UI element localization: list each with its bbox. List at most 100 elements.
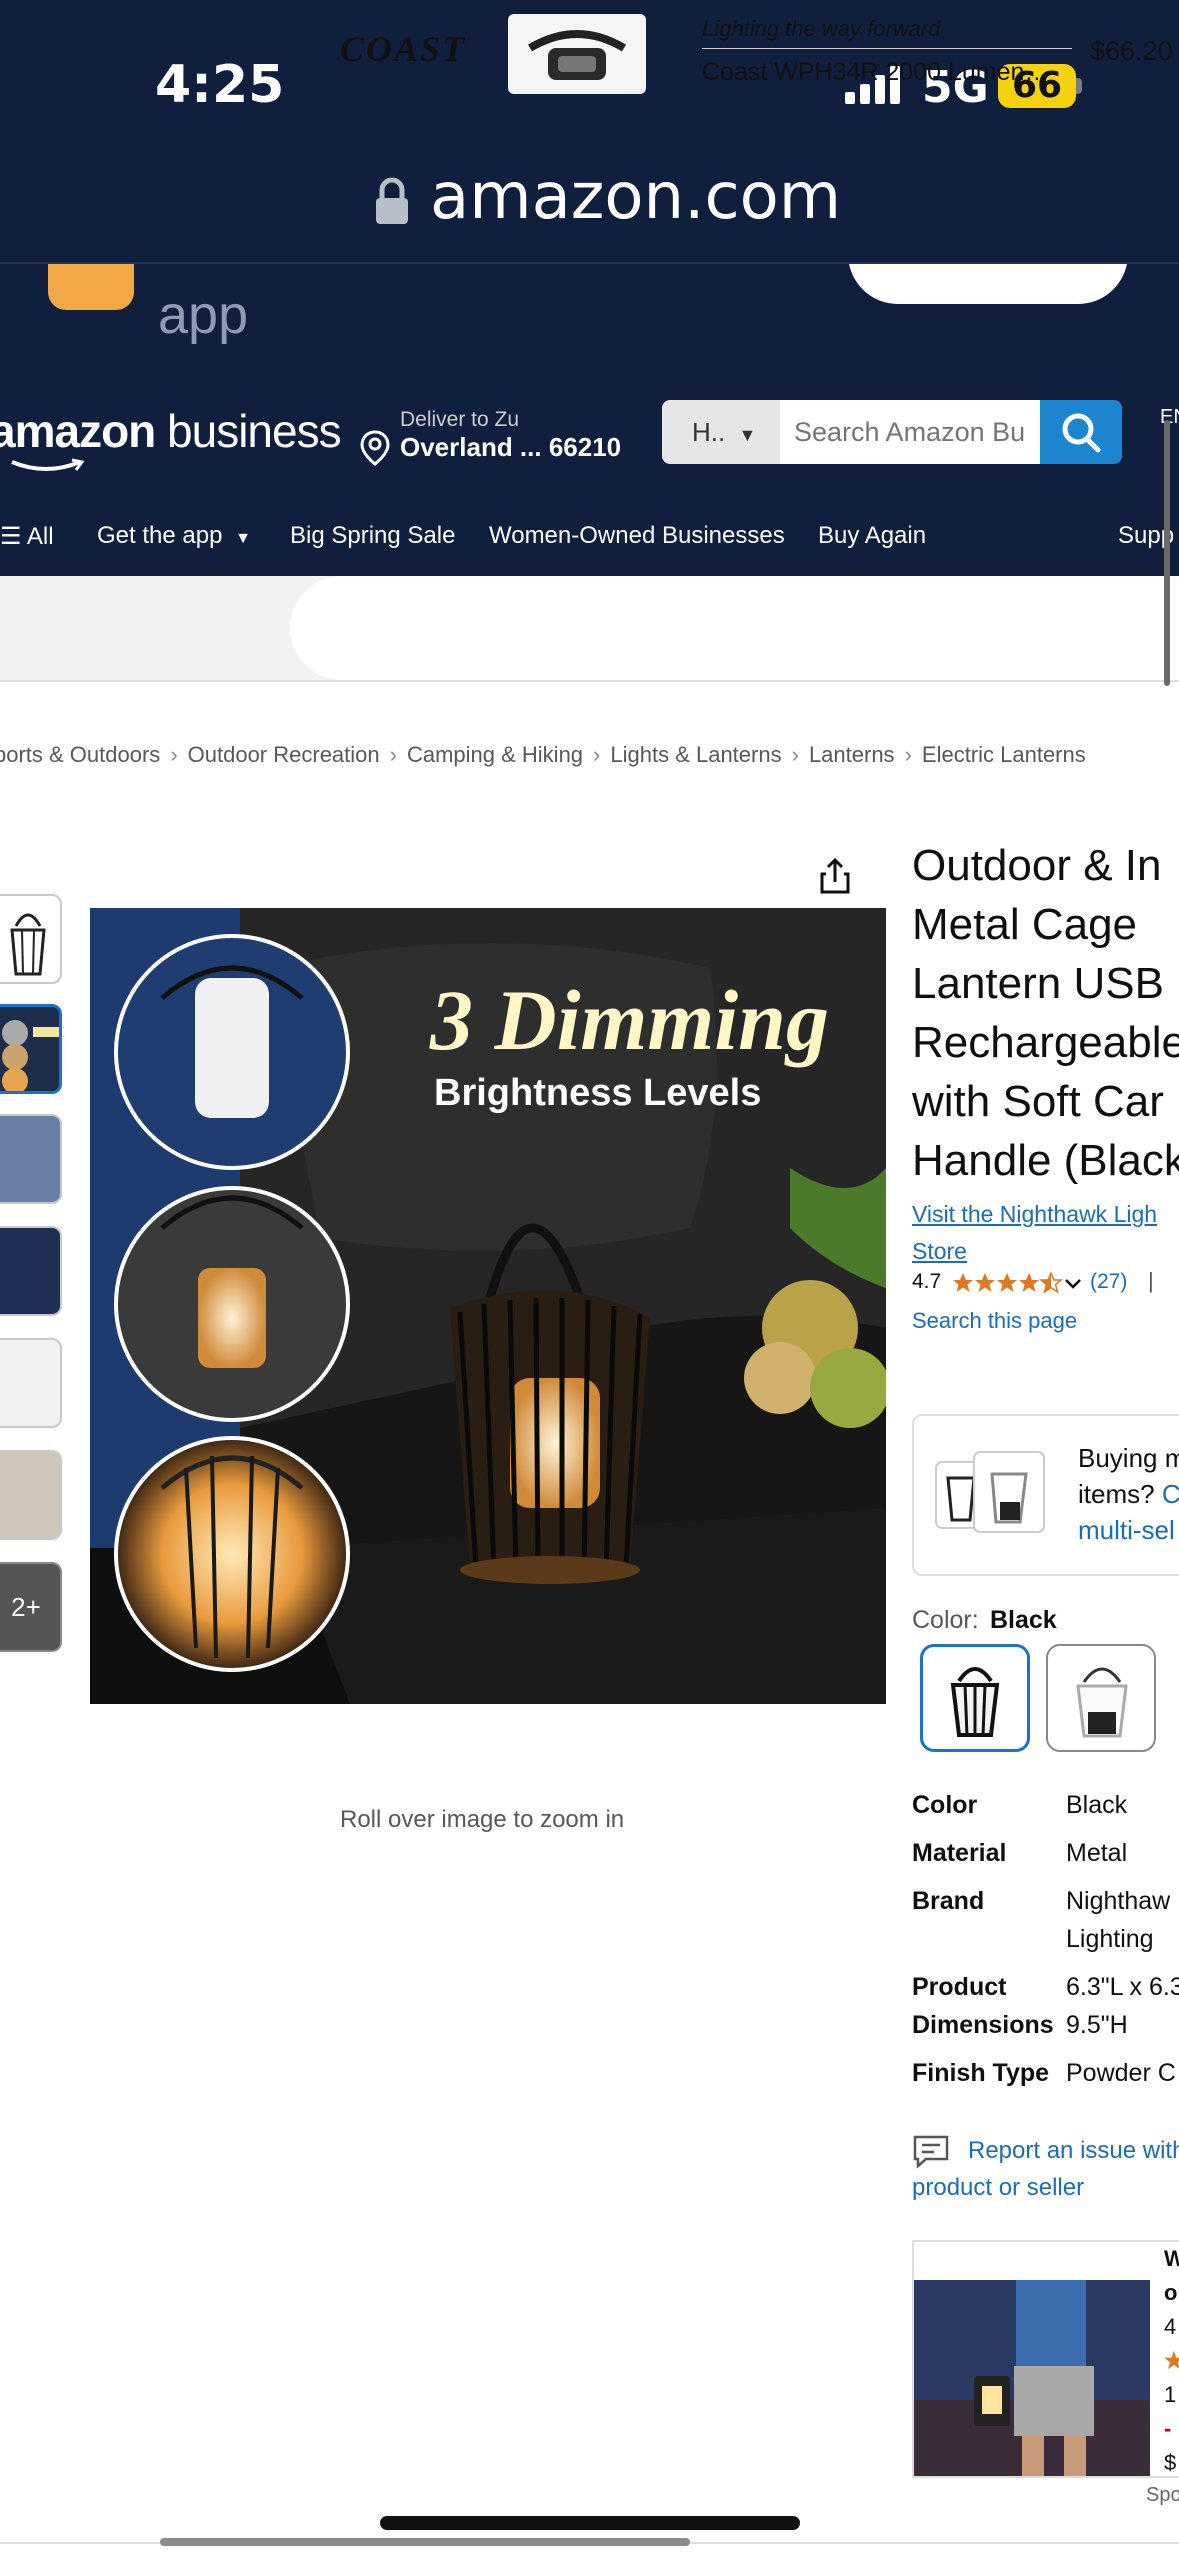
store-link-line: Visit the Nighthawk Ligh <box>912 1201 1158 1227</box>
sponsored-line: 4 <box>1164 2314 1177 2339</box>
sponsored-label: Spo <box>1146 2484 1179 2506</box>
lock-icon <box>376 177 408 224</box>
app-banner-text: app <box>158 285 249 345</box>
app-icon <box>48 264 134 310</box>
search-category-dropdown[interactable]: H.. ▼ <box>662 400 780 464</box>
clock: 4:25 <box>155 55 285 115</box>
nav-item-label: Get the app <box>97 522 223 549</box>
search-input[interactable] <box>780 400 1040 464</box>
multi-link[interactable]: C <box>1162 1479 1179 1509</box>
color-label: Color: <box>912 1606 979 1634</box>
smile-icon <box>11 458 85 471</box>
deliver-to-label[interactable]: Deliver to Zu <box>400 408 519 432</box>
breadcrumb-item[interactable]: Camping & Hiking <box>407 742 583 767</box>
thumbnail-selected[interactable] <box>0 1004 62 1094</box>
chevron-right-icon: › <box>791 742 799 767</box>
visit-store-link[interactable]: Visit the Nighthawk Ligh Store <box>912 1196 1179 1270</box>
lantern-pair-icon <box>935 1451 1045 1533</box>
nav-big-spring-sale[interactable]: Big Spring Sale <box>290 522 455 550</box>
battery-tip <box>1076 78 1082 94</box>
thumbnail[interactable] <box>0 1114 62 1204</box>
spec-value-material: Metal <box>1066 1839 1128 1867</box>
image-overlay-subtitle: Brightness Levels <box>434 1072 762 1114</box>
open-app-button[interactable] <box>848 264 1128 304</box>
title-line: Lantern USB <box>912 959 1164 1008</box>
rating-count-link[interactable]: (27) <box>1090 1270 1127 1294</box>
vertical-scrollbar[interactable] <box>1164 420 1170 686</box>
report-line: Report an issue with <box>968 2137 1179 2164</box>
headlamp-image[interactable] <box>508 14 646 94</box>
breadcrumb: ports & Outdoors › Outdoor Recreation › Camp… <box>0 742 1086 768</box>
nav-all[interactable]: ☰ All <box>0 522 54 551</box>
search-category-label: H.. <box>692 417 726 447</box>
share-button[interactable] <box>810 852 860 902</box>
title-line: Outdoor & In <box>912 841 1162 890</box>
nav-buy-again[interactable]: Buy Again <box>818 522 926 550</box>
location-pin-icon <box>360 430 390 466</box>
hamburger-icon: ☰ <box>0 523 22 550</box>
breadcrumb-item[interactable]: Electric Lanterns <box>922 742 1086 767</box>
breadcrumb-item[interactable]: ports & Outdoors <box>0 742 160 767</box>
person-lantern-photo <box>914 2280 1150 2476</box>
spec-key-finish: Finish Type <box>912 2059 1050 2087</box>
search-button[interactable] <box>1040 400 1122 464</box>
amazon-business-logo[interactable]: amazon business <box>0 404 342 458</box>
sponsored-product-image[interactable] <box>914 2280 1150 2476</box>
sponsored-line: 1 <box>1164 2382 1177 2407</box>
deliver-location[interactable]: Overland ... 66210 <box>400 432 621 463</box>
more-images-thumbnail[interactable]: 2+ <box>0 1562 62 1652</box>
share-icon <box>820 857 850 894</box>
search-icon <box>1062 413 1101 453</box>
url-bar[interactable]: amazon.com <box>430 160 841 234</box>
product-title: Outdoor & In Metal Cage Lantern USB Rech… <box>912 836 1179 1190</box>
horizontal-scrollbar[interactable] <box>160 2538 690 2546</box>
spec-key-line: Product <box>912 1973 1007 2001</box>
search-this-page-link[interactable]: Search this page <box>912 1308 1077 1334</box>
color-swatch-white[interactable] <box>1046 1644 1156 1752</box>
headlamp-icon <box>527 30 627 80</box>
thumbnail[interactable] <box>0 1226 62 1316</box>
divider <box>702 48 1072 49</box>
spec-value-line: Nighthaw <box>1066 1887 1171 1915</box>
chevron-right-icon: › <box>593 742 601 767</box>
breadcrumb-item[interactable]: Outdoor Recreation <box>188 742 380 767</box>
logo-amazon: amazon <box>0 405 156 457</box>
lantern-thumb-icon <box>10 913 46 976</box>
thumbnail[interactable] <box>0 1338 62 1428</box>
nav-women-owned-businesses[interactable]: Women-Owned Businesses <box>489 522 785 550</box>
color-swatch-black[interactable] <box>920 1644 1030 1752</box>
multi-line: Buying m <box>1078 1443 1179 1473</box>
multi-select-link[interactable]: multi-sel <box>1078 1512 1179 1548</box>
spec-key-color: Color <box>912 1791 978 1819</box>
app-banner: app <box>0 264 1179 376</box>
white-lantern-icon <box>1076 1667 1128 1738</box>
main-product-image[interactable]: 3 Dimming Brightness Levels <box>90 908 886 1704</box>
chevron-right-icon: › <box>389 742 397 767</box>
nav-get-the-app[interactable]: Get the app ▼ <box>97 522 251 550</box>
star-rating-icon[interactable] <box>952 1272 1092 1296</box>
nav-all-label: All <box>26 523 54 550</box>
report-issue-link[interactable]: Report an issue with product or seller <box>912 2132 1179 2206</box>
breadcrumb-item[interactable]: Lanterns <box>809 742 895 767</box>
sponsored-line: W <box>1164 2246 1179 2271</box>
ad-product-title[interactable]: Coast WPH34R 2000 Lumen… <box>702 58 1049 87</box>
thumbnail[interactable] <box>0 894 62 984</box>
sponsored-ad-bar[interactable] <box>0 576 1179 682</box>
caret-down-icon: ▼ <box>738 425 757 445</box>
store-link-line: Store <box>912 1238 967 1264</box>
black-lantern-icon <box>950 1667 1000 1737</box>
thumbnail[interactable] <box>0 1450 62 1540</box>
report-line: product or seller <box>912 2174 1085 2201</box>
coast-logo[interactable]: COAST <box>340 28 466 70</box>
nav-bar: ☰ All Get the app ▼ Big Spring Sale Wome… <box>0 500 1179 576</box>
rating-separator: | <box>1148 1268 1154 1293</box>
breadcrumb-item[interactable]: Lights & Lanterns <box>610 742 781 767</box>
home-indicator[interactable] <box>380 2516 800 2530</box>
lantern-thumb-icon <box>2 1020 59 1091</box>
title-line: Handle (Black <box>912 1136 1179 1185</box>
spec-key-brand: Brand <box>912 1887 985 1915</box>
title-line: Metal Cage <box>912 900 1138 949</box>
chevron-right-icon: › <box>904 742 912 767</box>
image-overlay-title: 3 Dimming <box>430 972 830 1068</box>
zoom-hint: Roll over image to zoom in <box>340 1806 625 1833</box>
